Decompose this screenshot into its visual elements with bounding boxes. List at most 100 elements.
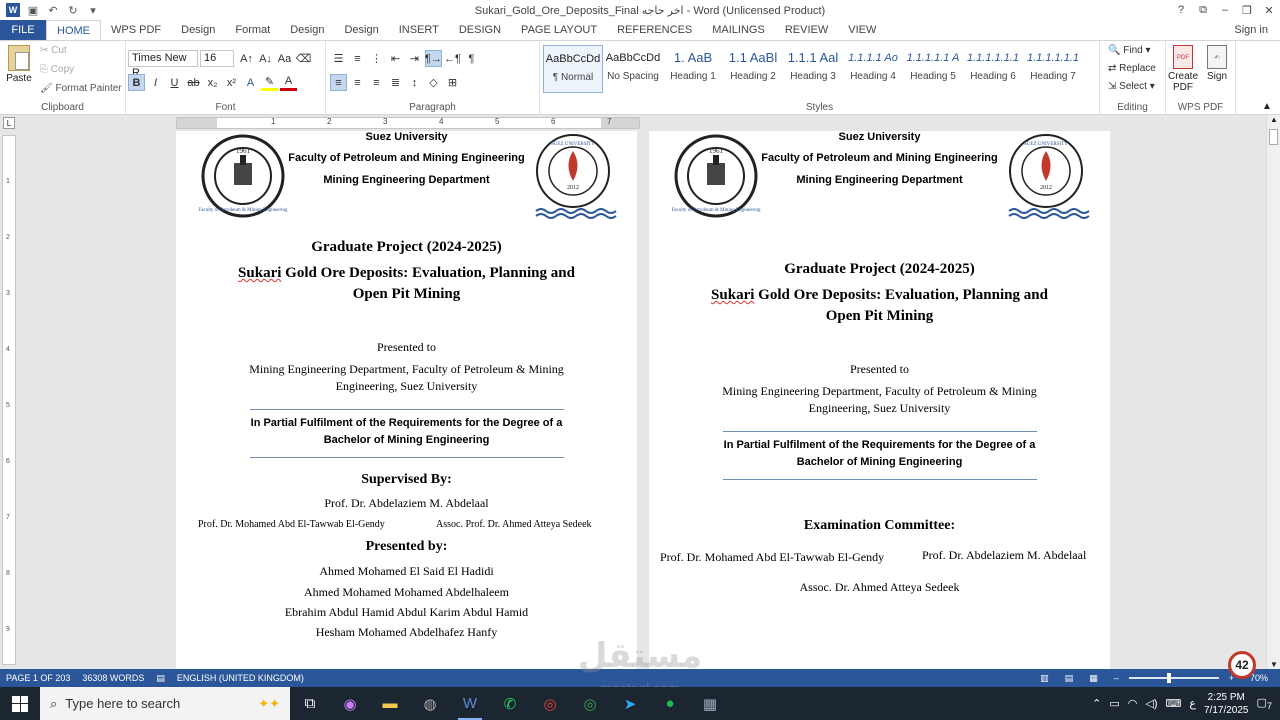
create-pdf-button[interactable]: PDF Create PDF bbox=[1167, 45, 1199, 93]
volume-icon[interactable]: ◁) bbox=[1145, 697, 1157, 710]
tab-review[interactable]: REVIEW bbox=[775, 20, 838, 40]
font-size-field[interactable]: 16 bbox=[200, 50, 234, 67]
decrease-indent-icon[interactable]: ⇤ bbox=[387, 50, 404, 67]
chrome-profile-icon[interactable]: ◎ bbox=[570, 687, 610, 720]
notifications-icon[interactable]: ▢7 bbox=[1257, 696, 1273, 711]
word-taskbar-icon[interactable]: W bbox=[450, 687, 490, 720]
replace-button[interactable]: ⇄ Replace bbox=[1108, 63, 1156, 74]
keyboard-icon[interactable]: ⌨ bbox=[1166, 697, 1182, 710]
undo-icon[interactable]: ↶ bbox=[46, 3, 60, 17]
tab-wps-pdf[interactable]: WPS PDF bbox=[101, 20, 171, 40]
style-normal[interactable]: AaBbCcDd ¶ Normal bbox=[543, 45, 603, 93]
superscript-icon[interactable]: x² bbox=[223, 74, 240, 91]
scroll-up-icon[interactable]: ▲ bbox=[1270, 115, 1278, 124]
page-1[interactable]: 1961 Faculty of Petroleum & Mining Engin… bbox=[176, 131, 637, 669]
style-heading-2[interactable]: 1.1 AaBl Heading 2 bbox=[723, 45, 783, 93]
copilot-sparkle-icon[interactable]: ✦✦ bbox=[258, 696, 280, 712]
bullets-icon[interactable]: ☰ bbox=[330, 50, 347, 67]
zoom-slider-knob[interactable] bbox=[1167, 673, 1172, 683]
tab-page-layout[interactable]: PAGE LAYOUT bbox=[511, 20, 607, 40]
tab-design-1[interactable]: Design bbox=[171, 20, 225, 40]
taskbar-search[interactable]: ⌕ Type here to search ✦✦ bbox=[40, 687, 290, 720]
input-language-icon[interactable]: ع bbox=[1189, 697, 1196, 710]
calculator-icon[interactable]: ▦ bbox=[690, 687, 730, 720]
app-icon[interactable]: ◍ bbox=[410, 687, 450, 720]
format-painter-button[interactable]: 🖌 Format Painter bbox=[40, 83, 122, 94]
zoom-out-icon[interactable]: – bbox=[1108, 673, 1125, 683]
word-count[interactable]: 36308 WORDS bbox=[76, 673, 150, 683]
select-button[interactable]: ⇲ Select ▾ bbox=[1108, 81, 1155, 92]
tab-view[interactable]: VIEW bbox=[838, 20, 886, 40]
vertical-scrollbar[interactable]: ▲ ▼ bbox=[1266, 115, 1280, 669]
tab-design-2[interactable]: Design bbox=[280, 20, 334, 40]
redo-icon[interactable]: ↻ bbox=[66, 3, 80, 17]
style-heading-4[interactable]: 1.1.1.1 Ao Heading 4 bbox=[843, 45, 903, 93]
underline-icon[interactable]: U bbox=[166, 74, 183, 91]
clock[interactable]: 2:25 PM 7/17/2025 bbox=[1204, 691, 1249, 717]
collapse-ribbon-icon[interactable]: ▲ bbox=[1262, 101, 1272, 112]
increase-indent-icon[interactable]: ⇥ bbox=[406, 50, 423, 67]
help-button[interactable]: ? bbox=[1170, 4, 1192, 17]
scroll-thumb[interactable] bbox=[1269, 129, 1278, 145]
whatsapp-icon[interactable]: ✆ bbox=[490, 687, 530, 720]
bold-icon[interactable]: B bbox=[128, 74, 145, 91]
style-no-spacing[interactable]: AaBbCcDd No Spacing bbox=[603, 45, 663, 93]
highlight-icon[interactable]: ✎ bbox=[261, 74, 278, 91]
chrome-icon[interactable]: ◎ bbox=[530, 687, 570, 720]
align-center-icon[interactable]: ≡ bbox=[349, 74, 366, 91]
tab-insert[interactable]: INSERT bbox=[389, 20, 449, 40]
notification-badge[interactable]: 42 bbox=[1228, 651, 1256, 679]
grow-font-icon[interactable]: A↑ bbox=[238, 50, 255, 67]
close-button[interactable]: ✕ bbox=[1258, 4, 1280, 17]
line-spacing-icon[interactable]: ↕ bbox=[406, 74, 423, 91]
style-heading-5[interactable]: 1.1.1.1.1 A Heading 5 bbox=[903, 45, 963, 93]
tab-format[interactable]: Format bbox=[225, 20, 280, 40]
numbering-icon[interactable]: ≡ bbox=[349, 50, 366, 67]
style-heading-7[interactable]: 1.1.1.1.1.1 Heading 7 bbox=[1023, 45, 1083, 93]
customize-qat-icon[interactable]: ▾ bbox=[86, 3, 100, 17]
style-heading-1[interactable]: 1. AaB Heading 1 bbox=[663, 45, 723, 93]
strikethrough-icon[interactable]: ab bbox=[185, 74, 202, 91]
subscript-icon[interactable]: x₂ bbox=[204, 74, 221, 91]
paste-button[interactable]: Paste bbox=[4, 45, 34, 84]
ltr-icon[interactable]: ¶→ bbox=[425, 50, 442, 67]
justify-icon[interactable]: ≣ bbox=[387, 74, 404, 91]
restore-button[interactable]: ❐ bbox=[1236, 4, 1258, 17]
wifi-icon[interactable]: ◠ bbox=[1128, 697, 1138, 710]
style-heading-3[interactable]: 1.1.1 Aal Heading 3 bbox=[783, 45, 843, 93]
horizontal-ruler[interactable]: 1 2 3 4 5 6 7 bbox=[176, 117, 640, 129]
vertical-ruler[interactable]: 1 2 3 4 5 6 7 8 9 bbox=[2, 135, 16, 665]
text-effects-icon[interactable]: A bbox=[242, 74, 259, 91]
page-count[interactable]: PAGE 1 OF 203 bbox=[0, 673, 76, 683]
sign-button[interactable]: ✍ Sign bbox=[1201, 45, 1233, 82]
tray-overflow-icon[interactable]: ⌃ bbox=[1092, 697, 1101, 710]
tab-file[interactable]: FILE bbox=[0, 20, 46, 40]
cut-button[interactable]: ✂ Cut bbox=[40, 45, 67, 56]
read-mode-icon[interactable]: ▥ bbox=[1034, 673, 1055, 684]
start-button[interactable] bbox=[0, 687, 40, 720]
font-name-field[interactable]: Times New R bbox=[128, 50, 198, 79]
page-2[interactable]: 1961 Faculty of Petroleum & Mining Engin… bbox=[649, 131, 1110, 669]
copilot-icon[interactable]: ◉ bbox=[330, 687, 370, 720]
change-case-icon[interactable]: Aa bbox=[276, 50, 293, 67]
sign-in-link[interactable]: Sign in bbox=[1224, 20, 1280, 40]
tab-design-4[interactable]: DESIGN bbox=[449, 20, 511, 40]
font-color-icon[interactable]: A bbox=[280, 74, 297, 91]
tab-design-3[interactable]: Design bbox=[334, 20, 388, 40]
shading-icon[interactable]: ◇ bbox=[425, 74, 442, 91]
multilevel-list-icon[interactable]: ⋮ bbox=[368, 50, 385, 67]
rtl-icon[interactable]: ←¶ bbox=[444, 50, 461, 67]
proofing-icon[interactable]: ▤ bbox=[150, 673, 171, 684]
print-layout-icon[interactable]: ▤ bbox=[1059, 673, 1080, 684]
web-layout-icon[interactable]: ▦ bbox=[1083, 673, 1104, 684]
task-view-icon[interactable]: ⧉ bbox=[290, 687, 330, 720]
shrink-font-icon[interactable]: A↓ bbox=[257, 50, 274, 67]
zoom-slider[interactable] bbox=[1128, 673, 1219, 683]
align-left-icon[interactable]: ≡ bbox=[330, 74, 347, 91]
scroll-down-icon[interactable]: ▼ bbox=[1270, 660, 1278, 669]
spotify-icon[interactable]: ● bbox=[650, 687, 690, 720]
show-formatting-icon[interactable]: ¶ bbox=[463, 50, 480, 67]
document-canvas[interactable]: 1961 Faculty of Petroleum & Mining Engin… bbox=[18, 131, 1266, 669]
tab-selector[interactable]: L bbox=[3, 117, 15, 129]
file-explorer-icon[interactable]: ▬ bbox=[370, 687, 410, 720]
